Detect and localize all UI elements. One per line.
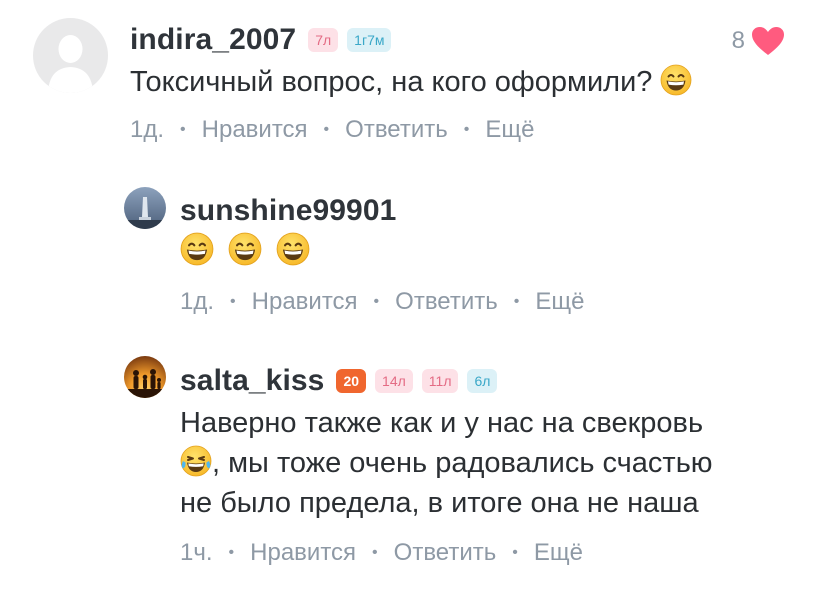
comment-text: [180, 232, 795, 272]
dot-separator: •: [512, 544, 518, 561]
badge: 20: [336, 369, 367, 393]
username[interactable]: salta_kiss: [180, 364, 324, 398]
dot-separator: •: [228, 544, 235, 561]
dot-separator: •: [372, 544, 378, 561]
reply-link[interactable]: Ответить: [345, 116, 448, 144]
username[interactable]: indira_2007: [130, 23, 296, 57]
dot-separator: •: [513, 293, 520, 310]
avatar[interactable]: [124, 356, 166, 398]
reply-link[interactable]: Ответить: [395, 288, 498, 316]
avatar[interactable]: [33, 18, 108, 93]
comment-text: Токсичный вопрос, на кого оформили?: [130, 62, 795, 102]
like-link[interactable]: Нравится: [250, 539, 356, 567]
like-link[interactable]: Нравится: [202, 116, 308, 144]
dot-separator: •: [373, 293, 380, 310]
comment-text-line: Наверно также как и у нас на свекровь: [180, 407, 704, 439]
like-count: 8: [731, 27, 745, 54]
like-counter[interactable]: 8: [732, 26, 785, 56]
badge: 1г7м: [347, 28, 392, 52]
dot-separator: •: [180, 121, 186, 138]
avatar[interactable]: [124, 187, 166, 229]
more-link[interactable]: Ещё: [535, 288, 584, 316]
comment-actions: 1д. • Нравится • Ответить • Ещё: [130, 116, 795, 144]
comment-actions: 1д. • Нравится • Ответить • Ещё: [180, 288, 795, 316]
comment-text: Наверно также как и у нас на свекровь , …: [180, 403, 795, 523]
reply-link[interactable]: Ответить: [394, 539, 497, 567]
comment-text-line: не было предела, в итоге она не наша: [180, 487, 699, 519]
grin-face-icon: [180, 232, 214, 266]
badge: 14л: [375, 369, 413, 393]
badge: 6л: [467, 369, 498, 393]
timestamp: 1д.: [180, 288, 215, 315]
comment-actions: 1ч. • Нравится • Ответить • Ещё: [180, 539, 795, 567]
comment-text-line: , мы тоже очень радовались счастью: [180, 443, 795, 483]
tears-of-joy-face-icon: [180, 445, 212, 477]
more-link[interactable]: Ещё: [485, 116, 534, 144]
dot-separator: •: [230, 293, 236, 310]
heart-icon[interactable]: [751, 26, 785, 56]
avatar-image: [124, 187, 166, 229]
dot-separator: •: [463, 121, 470, 138]
more-link[interactable]: Ещё: [534, 539, 583, 567]
grin-face-icon: [276, 232, 310, 266]
badge: 11л: [421, 369, 459, 393]
avatar-image: [124, 356, 166, 398]
dot-separator: •: [323, 121, 330, 138]
grin-face-icon: [660, 64, 692, 96]
timestamp: 1ч.: [180, 539, 213, 566]
timestamp: 1д.: [130, 116, 165, 143]
username[interactable]: sunshine99901: [180, 194, 396, 228]
like-link[interactable]: Нравится: [252, 288, 358, 316]
default-user-icon: [48, 35, 93, 93]
grin-face-icon: [228, 232, 262, 266]
badge: 7л: [308, 28, 339, 52]
